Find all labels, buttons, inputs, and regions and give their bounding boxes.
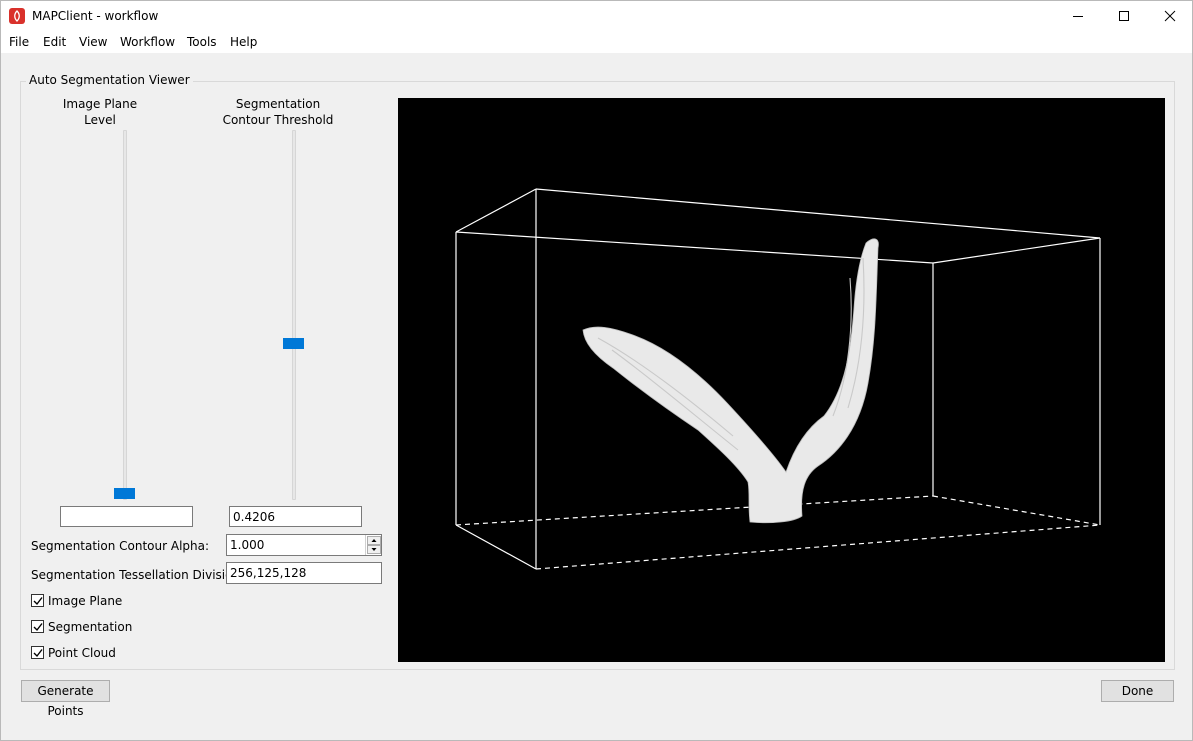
point-cloud-checkbox[interactable] <box>31 646 44 659</box>
menu-view[interactable]: View <box>79 35 107 49</box>
segmentation-checkbox-label: Segmentation <box>48 620 133 634</box>
done-button[interactable]: Done <box>1101 680 1174 702</box>
menu-bar: File Edit View Workflow Tools Help <box>1 31 1192 53</box>
image-plane-checkbox-label: Image Plane <box>48 594 123 608</box>
close-button[interactable] <box>1147 1 1193 31</box>
menu-edit[interactable]: Edit <box>43 35 66 49</box>
menu-workflow[interactable]: Workflow <box>120 35 175 49</box>
alpha-spinbox[interactable]: 1.000 <box>226 534 382 556</box>
segmentation-slider-label: Segmentation Contour Threshold <box>213 96 343 128</box>
minimize-button[interactable] <box>1055 1 1101 31</box>
segmentation-label-line2: Contour Threshold <box>222 113 334 127</box>
segmentation-slider-track[interactable] <box>292 130 296 500</box>
spin-down-button[interactable] <box>367 545 381 554</box>
title-bar[interactable]: MAPClient - workflow <box>1 1 1192 31</box>
checkmark-icon <box>33 597 43 606</box>
point-cloud-checkbox-label: Point Cloud <box>48 646 116 660</box>
maximize-button[interactable] <box>1101 1 1147 31</box>
maximize-icon <box>1119 11 1129 21</box>
segmentation-surface <box>582 238 879 524</box>
tessellation-label: Segmentation Tessellation Divisions: <box>31 568 251 582</box>
segmentation-threshold-field[interactable]: 0.4206 <box>229 506 362 527</box>
generate-points-button[interactable]: Generate Points <box>21 680 110 718</box>
image-plane-slider-handle[interactable] <box>114 488 135 499</box>
alpha-label: Segmentation Contour Alpha: <box>31 539 210 553</box>
checkmark-icon <box>33 649 43 658</box>
tessellation-field[interactable]: 256,125,128 <box>226 562 382 584</box>
3d-viewer[interactable] <box>398 98 1165 662</box>
window-title: MAPClient - workflow <box>32 9 159 23</box>
segmentation-label-line1: Segmentation <box>235 97 321 111</box>
minimize-icon <box>1073 16 1083 17</box>
group-title: Auto Segmentation Viewer <box>26 73 193 87</box>
image-plane-slider-track[interactable] <box>123 130 127 500</box>
alpha-spin-buttons <box>365 535 381 555</box>
segmentation-slider-handle[interactable] <box>283 338 304 350</box>
image-plane-label-line1: Image Plane <box>62 97 138 111</box>
image-plane-value-field[interactable] <box>60 506 193 527</box>
arrow-down-icon <box>371 548 377 551</box>
app-logo-icon <box>9 8 25 24</box>
spin-up-button[interactable] <box>367 536 381 545</box>
menu-help[interactable]: Help <box>230 35 257 49</box>
image-plane-slider-label: Image Plane Level <box>39 96 161 128</box>
arrow-up-icon <box>371 539 377 542</box>
close-icon <box>1164 10 1176 22</box>
menu-file[interactable]: File <box>9 35 29 49</box>
menu-tools[interactable]: Tools <box>187 35 217 49</box>
image-plane-checkbox[interactable] <box>31 594 44 607</box>
scene-render <box>455 188 1101 570</box>
image-plane-label-line2: Level <box>84 113 116 127</box>
segmentation-checkbox[interactable] <box>31 620 44 633</box>
main-window: MAPClient - workflow File Edit View Work… <box>0 0 1193 741</box>
checkmark-icon <box>33 623 43 632</box>
